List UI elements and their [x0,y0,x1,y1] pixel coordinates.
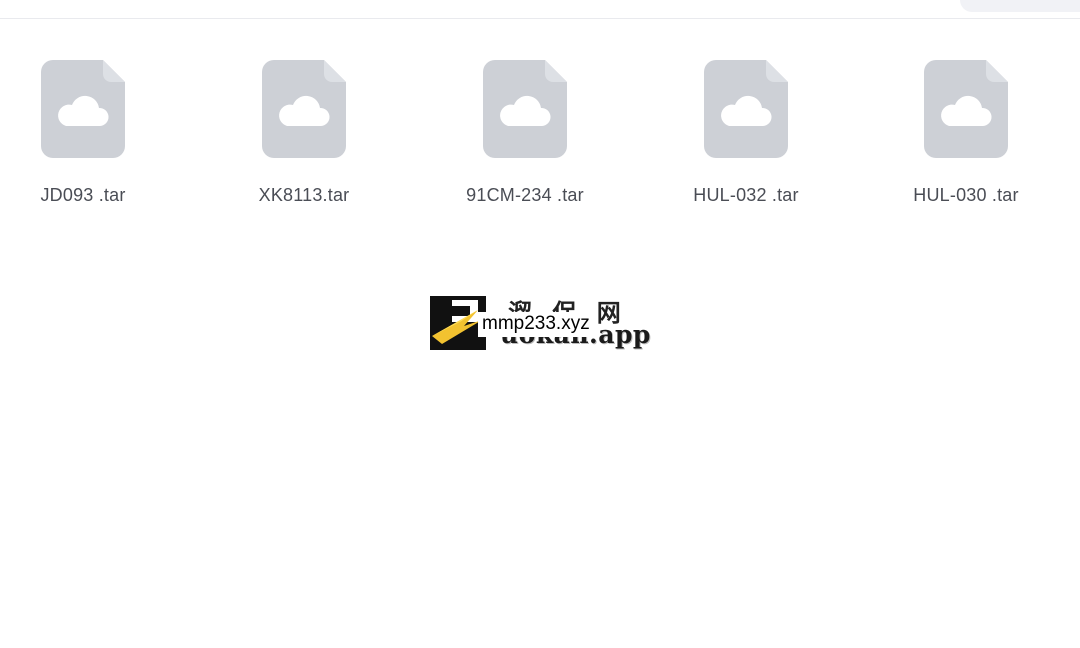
cloud-file-icon [704,60,788,158]
file-tile[interactable]: 91CM-234 .tar [430,58,620,218]
top-bar [0,0,1080,19]
cloud-file-icon [262,60,346,158]
watermark-url-label: mmp233.xyz [478,312,594,337]
cloud-file-icon [41,60,125,158]
cloud-file-icon [924,60,1008,158]
file-tile[interactable]: XK8113.tar [209,58,399,218]
file-grid: JD093 .tar XK8113.tar 91CM-234 .tar HUL-… [0,58,1080,218]
file-name[interactable]: XK8113.tar [209,185,399,206]
file-tile[interactable]: JD093 .tar [0,58,178,218]
watermark: 溜 保 网 uokan.app mmp233.xyz [430,296,650,352]
file-tile[interactable]: HUL-030 .tar [871,58,1061,218]
file-name[interactable]: 91CM-234 .tar [430,185,620,206]
file-tile[interactable]: HUL-032 .tar [651,58,841,218]
cloud-file-icon [483,60,567,158]
file-name[interactable]: HUL-032 .tar [651,185,841,206]
file-name[interactable]: JD093 .tar [0,185,178,206]
file-name[interactable]: HUL-030 .tar [871,185,1061,206]
top-bar-tab[interactable] [960,0,1080,12]
